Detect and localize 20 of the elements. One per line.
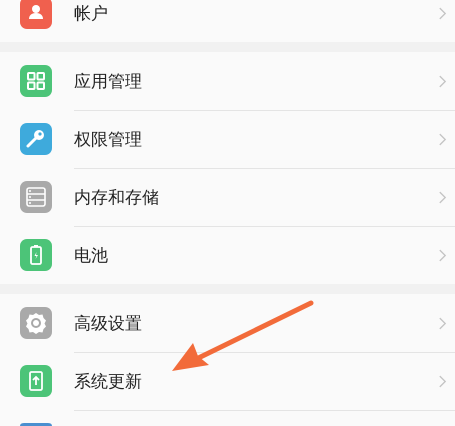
settings-item[interactable]: 权限管理 [0, 110, 455, 168]
storage-icon [20, 181, 52, 213]
chevron-icon [438, 374, 447, 389]
gear-icon [20, 307, 52, 339]
battery-icon [20, 239, 52, 271]
settings-item[interactable]: 电池 [0, 226, 455, 284]
settings-item[interactable]: 高级设置 [0, 294, 455, 352]
chevron-icon [438, 74, 447, 88]
chevron-icon [438, 248, 447, 263]
key-icon [20, 123, 52, 155]
chevron-icon [438, 6, 447, 20]
chevron-icon [438, 132, 447, 147]
chevron-icon [438, 316, 447, 330]
settings-item[interactable]: 内存和存储 [0, 168, 455, 226]
settings-item[interactable]: 帐户 [0, 0, 455, 42]
settings-item[interactable]: 应用管理 [0, 52, 455, 110]
chevron-icon [438, 190, 447, 205]
app-icon [20, 423, 52, 426]
grid-icon [20, 65, 52, 97]
phone-upload-icon [20, 365, 52, 397]
